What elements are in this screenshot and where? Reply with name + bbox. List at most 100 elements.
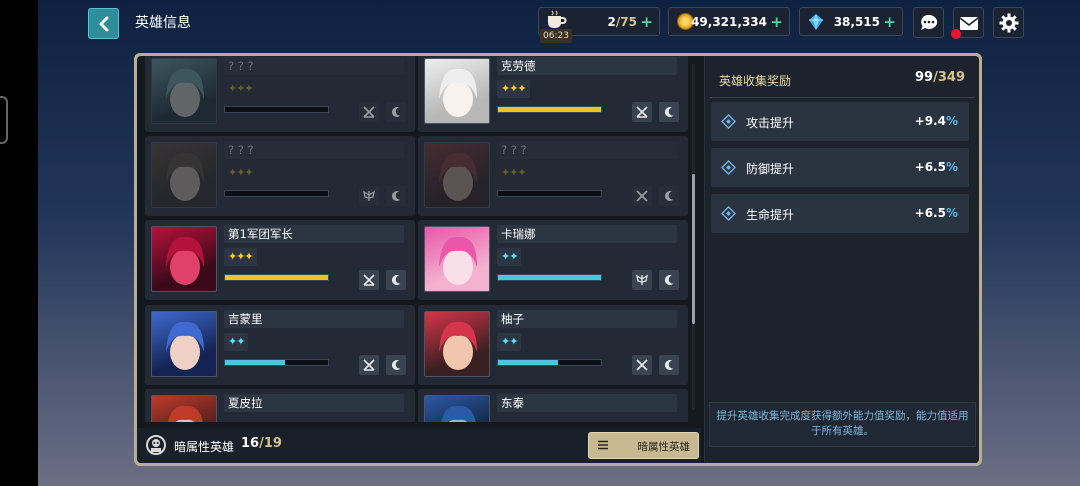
reward-stat-label: 生命提升 [746,208,795,222]
hero-star-rating: ✦✦✦ [224,248,257,266]
hero-element-badge [659,270,679,290]
hero-star-rating: ✦✦✦ [228,166,254,179]
hero-class-badge [632,355,652,375]
menu-icon [598,440,608,450]
hero-class-badge [359,102,379,122]
dark-attribute-icon [146,435,166,455]
collection-reward-header: 英雄收集奖励 99/349 [710,61,975,98]
attribute-filter-label: 暗属性英雄 [637,441,691,453]
page-title: 英雄信息 [135,15,191,31]
attribute-label: 暗属性英雄 [174,440,235,454]
hero-card[interactable]: ? ? ? ✦✦✦ [145,136,415,216]
hero-card[interactable]: 第1军团军长 ✦✦✦ [145,220,415,300]
sword-cross-icon [363,274,375,286]
collection-reward-title: 英雄收集奖励 [719,74,792,88]
gold-counter[interactable]: 49,321,334 + [668,7,790,36]
hero-portrait [151,395,217,422]
hero-list-footer: 暗属性英雄 16/19 暗属性英雄 [137,428,701,463]
collection-reward-panel: 英雄收集奖励 99/349 攻击提升 +9.4% 防御提升 +6.5% 生命提升… [704,56,979,463]
stamina-value: 2/75 [607,14,637,29]
hero-name: 吉蒙里 [224,310,404,328]
hero-progress-bar [224,190,329,197]
sword-cross-icon [636,106,648,118]
mail-notification-dot [951,29,961,39]
hero-star-rating: ✦✦ [224,333,249,351]
gem-counter[interactable]: 38,515 + [799,7,903,36]
hero-name: 柚子 [497,310,677,328]
hero-element-badge [386,270,406,290]
scrollbar-thumb[interactable] [692,174,695,324]
hero-info-panel-inner: ? ? ? ✦✦✦ 克劳德 ✦✦✦ ? ? ? ✦✦✦ ? ? ? ✦✦✦ 第1军团军长… [137,56,979,463]
hero-class-badge [359,270,379,290]
hero-list[interactable]: ? ? ? ✦✦✦ 克劳德 ✦✦✦ ? ? ? ✦✦✦ ? ? ? ✦✦✦ 第1军团军长… [137,56,701,422]
hero-class-badge [359,355,379,375]
hero-name: 第1军团军长 [224,225,404,243]
moon-icon [664,107,674,118]
hero-portrait [151,58,217,124]
hero-name: ? ? ? [497,141,677,159]
hero-progress-bar [497,190,602,197]
diamond-icon [721,206,736,221]
hero-card[interactable]: 克劳德 ✦✦✦ [418,56,688,132]
hero-name: 夏皮拉 [224,394,404,412]
hero-progress-bar [224,106,329,113]
diamond-icon [721,160,736,175]
hero-portrait [424,58,490,124]
gold-plus-icon[interactable]: + [770,13,783,31]
hero-info-panel: ? ? ? ✦✦✦ 克劳德 ✦✦✦ ? ? ? ✦✦✦ ? ? ? ✦✦✦ 第1军团军长… [134,53,982,466]
hero-portrait [151,311,217,377]
hero-name: ? ? ? [224,57,404,75]
hero-list-scrollbar[interactable] [692,64,695,410]
moon-icon [391,107,401,118]
reward-stat-row: 攻击提升 +9.4% [711,102,969,141]
hero-class-badge [632,102,652,122]
chat-button[interactable] [913,7,944,38]
hero-card[interactable]: 柚子 ✦✦ [418,305,688,385]
hero-card[interactable]: 卡瑞娜 ✦✦ [418,220,688,300]
moon-icon [391,191,401,202]
hero-star-rating: ✦✦ [497,333,522,351]
mail-button[interactable] [951,7,984,39]
device-edge [0,0,38,486]
crossed-swords-icon [636,190,648,202]
hero-class-badge [632,186,652,206]
reward-stat-label: 防御提升 [746,162,795,176]
hero-card[interactable]: ? ? ? ✦✦✦ [418,136,688,216]
hero-progress-bar [497,359,602,366]
chat-bubble-icon [920,14,937,30]
wings-icon [363,190,375,201]
collection-reward-count: 99/349 [915,70,965,85]
attribute-filter-button[interactable]: 暗属性英雄 [588,432,699,459]
gold-value: 49,321,334 [691,14,767,29]
hero-star-rating: ✦✦✦ [497,80,530,98]
hero-star-rating: ✦✦✦ [501,166,527,179]
hero-name: 东泰 [497,394,677,412]
hero-card[interactable]: 东泰 [418,389,688,422]
hero-card[interactable]: ? ? ? ✦✦✦ [145,56,415,132]
hero-card[interactable]: 吉蒙里 ✦✦ [145,305,415,385]
reward-stat-value: +6.5% [914,206,958,220]
collection-reward-note: 提升英雄收集完成度获得额外能力值奖励，能力值适用于所有英雄。 [709,402,976,447]
reward-stat-value: +6.5% [914,160,958,174]
moon-icon [391,275,401,286]
hero-progress-bar [224,274,329,281]
coffee-icon [548,10,567,28]
hero-progress-bar [497,106,602,113]
stamina-plus-icon[interactable]: + [640,13,653,31]
moon-icon [664,191,674,202]
settings-button[interactable] [993,7,1024,38]
hero-portrait [151,226,217,292]
gem-icon [809,14,823,30]
hero-class-badge [632,270,652,290]
gem-plus-icon[interactable]: + [883,13,896,31]
hero-name: 克劳德 [497,57,677,75]
reward-stat-row: 防御提升 +6.5% [711,148,969,187]
hero-card[interactable]: 夏皮拉 [145,389,415,422]
hero-star-rating: ✦✦ [497,248,522,266]
moon-icon [664,360,674,371]
moon-icon [664,275,674,286]
back-button[interactable] [88,8,119,39]
hero-portrait [424,142,490,208]
reward-stat-value: +9.4% [914,114,958,128]
hero-element-badge [386,355,406,375]
